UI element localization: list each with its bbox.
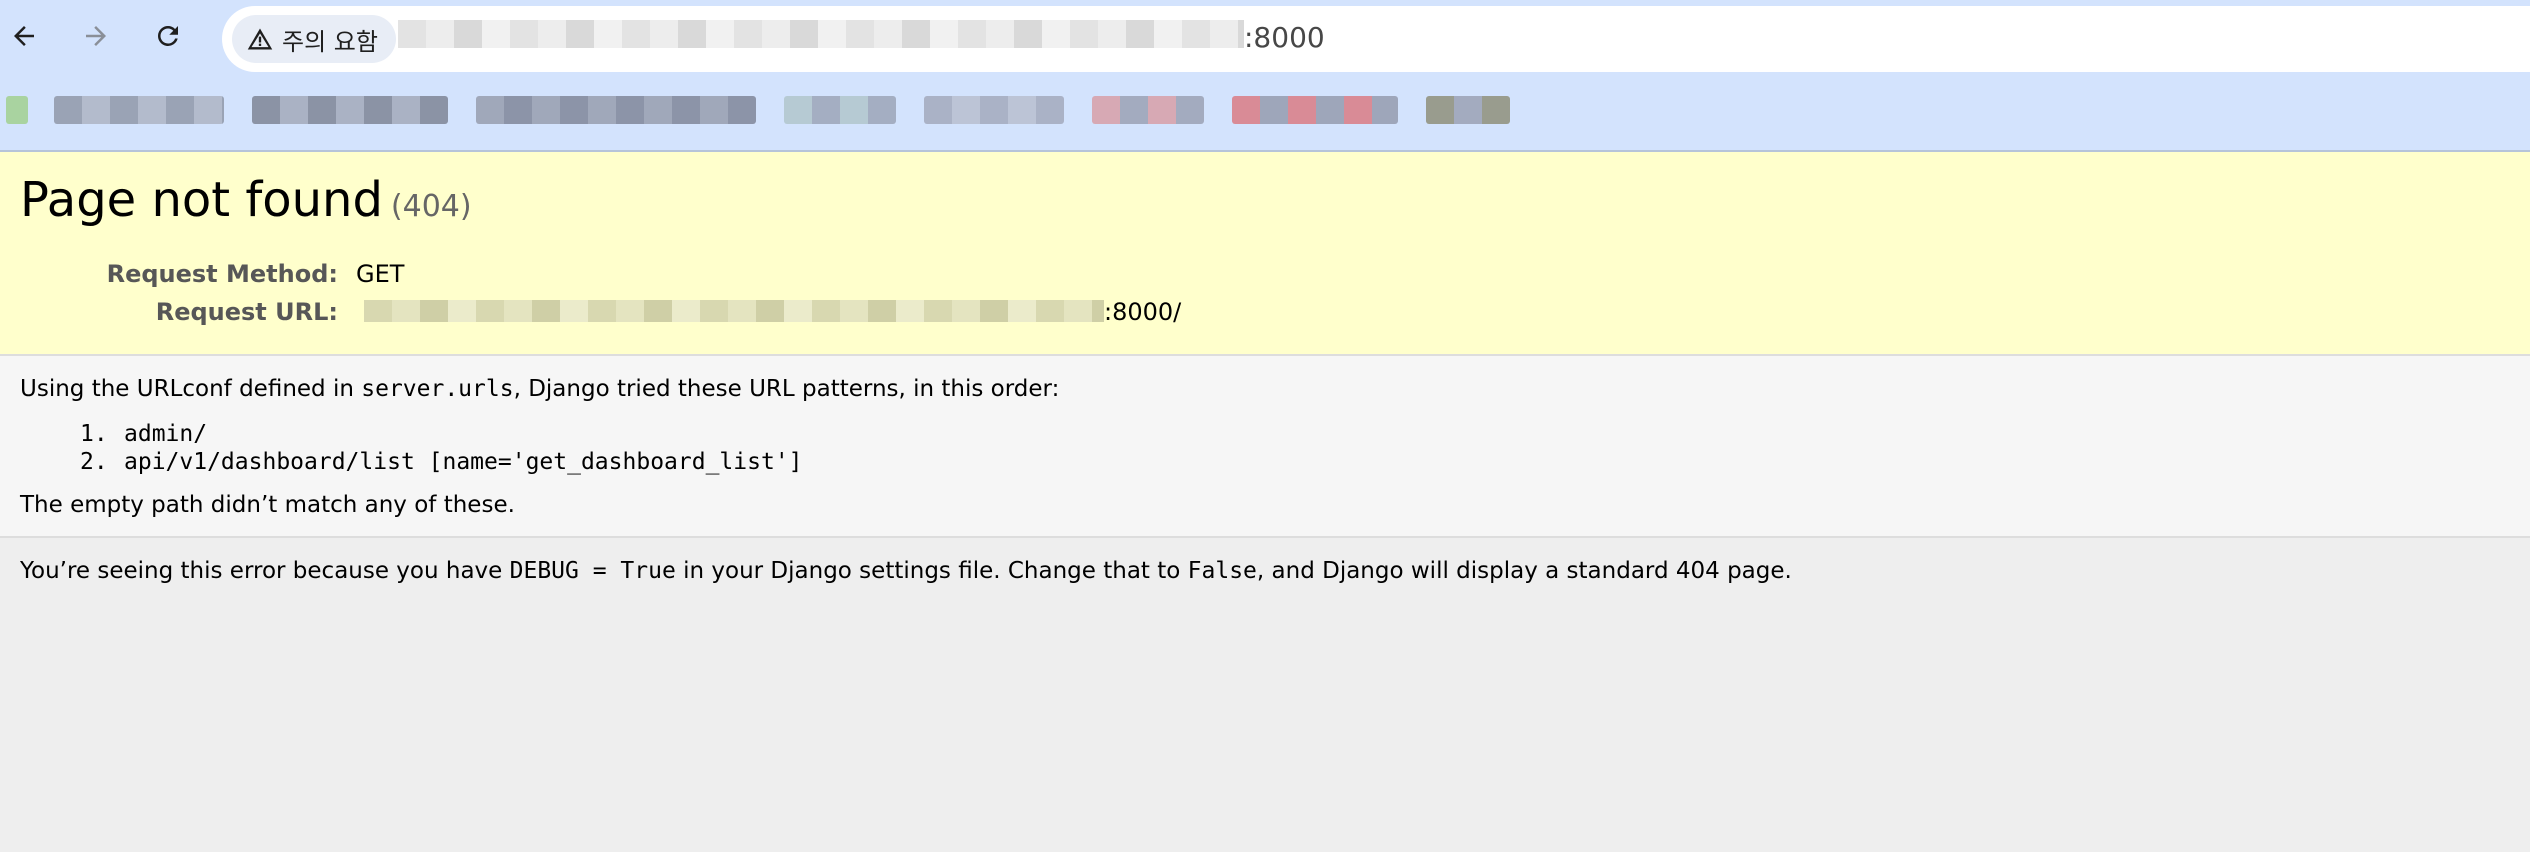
back-button[interactable] xyxy=(4,16,44,56)
intro-text-after: , Django tried these URL patterns, in th… xyxy=(513,376,1060,402)
url-pattern-list: 1. admin/ 2. api/v1/dashboard/list [name='… xyxy=(80,420,803,476)
list-item: 2. api/v1/dashboard/list [name='get_dashb… xyxy=(80,448,803,476)
debug-setting-code: DEBUG = True xyxy=(509,558,676,584)
bookmark-item[interactable] xyxy=(1092,96,1204,124)
explanation-section: You’re seeing this error because you hav… xyxy=(0,538,2530,852)
forward-button[interactable] xyxy=(76,16,116,56)
request-url-label: Request URL: xyxy=(155,298,338,326)
arrow-right-icon xyxy=(86,26,106,46)
bookmark-item[interactable] xyxy=(1232,96,1398,124)
browser-toolbar: 주의 요함 :8000 xyxy=(0,0,2530,76)
page-title-text: Page not found xyxy=(20,172,383,228)
request-method-value: GET xyxy=(356,260,405,288)
info-section: Using the URLconf defined in server.urls… xyxy=(0,356,2530,538)
summary-section: Page not found (404) Request Method: GET … xyxy=(0,152,2530,356)
warning-icon xyxy=(247,28,273,50)
debug-explanation: You’re seeing this error because you hav… xyxy=(20,558,1792,584)
error-page: Page not found (404) Request Method: GET … xyxy=(0,152,2530,852)
request-method-label: Request Method: xyxy=(106,260,338,288)
pattern-text: api/v1/dashboard/list [name='get_dashboa… xyxy=(124,449,803,475)
bookmark-item[interactable] xyxy=(6,96,28,124)
explanation-text-3: , and Django will display a standard 404… xyxy=(1256,558,1792,584)
pattern-number: 2. xyxy=(80,449,108,475)
urlconf-name: server.urls xyxy=(361,376,514,402)
bookmark-item[interactable] xyxy=(476,96,756,124)
address-bar[interactable]: 주의 요함 :8000 xyxy=(222,6,2530,72)
bookmark-item[interactable] xyxy=(252,96,448,124)
security-chip[interactable]: 주의 요함 xyxy=(232,15,396,63)
list-item: 1. admin/ xyxy=(80,420,803,448)
explanation-text-2: in your Django settings file. Change tha… xyxy=(675,558,1188,584)
url-redacted xyxy=(398,20,1244,48)
reload-button[interactable] xyxy=(148,16,188,56)
urlconf-intro: Using the URLconf defined in server.urls… xyxy=(20,376,1059,402)
bookmark-item[interactable] xyxy=(54,96,224,124)
arrow-left-icon xyxy=(14,26,34,46)
bookmark-item[interactable] xyxy=(1426,96,1510,124)
pattern-text: admin/ xyxy=(124,421,208,447)
reload-icon xyxy=(158,26,178,46)
bookmark-item[interactable] xyxy=(924,96,1064,124)
explanation-text-1: You’re seeing this error because you hav… xyxy=(20,558,510,584)
pattern-number: 1. xyxy=(80,421,108,447)
bookmark-item[interactable] xyxy=(784,96,896,124)
status-code: (404) xyxy=(390,189,472,224)
page-title: Page not found (404) xyxy=(20,172,472,228)
url-port-text: :8000 xyxy=(1244,21,1325,54)
request-url-redacted xyxy=(364,300,1104,322)
false-value-code: False xyxy=(1187,558,1257,584)
security-chip-label: 주의 요함 xyxy=(282,27,378,56)
bookmarks-bar xyxy=(0,76,2530,152)
intro-text-before: Using the URLconf defined in xyxy=(20,376,362,402)
no-match-message: The empty path didn’t match any of these… xyxy=(20,492,515,518)
request-url-suffix: :8000/ xyxy=(1104,298,1182,326)
